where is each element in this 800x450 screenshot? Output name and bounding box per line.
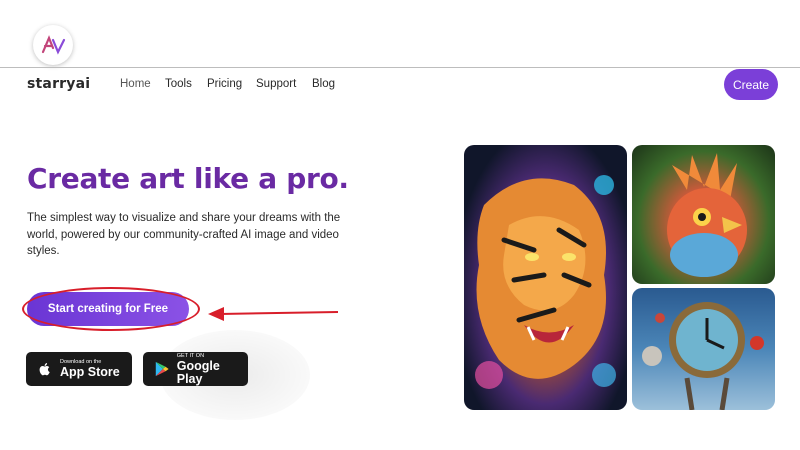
app-store-text: Download on the App Store (60, 359, 120, 379)
nav-pricing[interactable]: Pricing (207, 78, 256, 90)
create-button[interactable]: Create (724, 69, 778, 100)
annotation-arrow-icon (208, 307, 339, 321)
nav-home[interactable]: Home (120, 78, 165, 90)
start-creating-button[interactable]: Start creating for Free (27, 292, 189, 326)
hero-subtitle: The simplest way to visualize and share … (27, 212, 341, 257)
app-store-button[interactable]: Download on the App Store (26, 352, 132, 386)
clock-art-image (632, 288, 775, 410)
tiger-art-image (464, 145, 627, 410)
brand-logo[interactable]: starryai (27, 76, 90, 92)
app-store-label: App Store (60, 365, 120, 379)
av-logo-icon (41, 35, 66, 55)
nav-tools[interactable]: Tools (165, 78, 207, 90)
google-play-icon (153, 360, 171, 378)
bird-art-image (632, 145, 775, 284)
header-divider (0, 67, 800, 68)
app-logo[interactable] (33, 25, 73, 65)
main-nav: Home Tools Pricing Support Blog (120, 78, 335, 90)
apple-icon (36, 360, 54, 378)
nav-blog[interactable]: Blog (312, 78, 335, 90)
nav-support[interactable]: Support (256, 78, 312, 90)
google-play-label: Google Play (176, 358, 220, 386)
hero-title: Create art like a pro. (27, 162, 349, 195)
google-play-text: GET IT ON Google Play (177, 353, 248, 386)
google-play-button[interactable]: GET IT ON Google Play (143, 352, 248, 386)
